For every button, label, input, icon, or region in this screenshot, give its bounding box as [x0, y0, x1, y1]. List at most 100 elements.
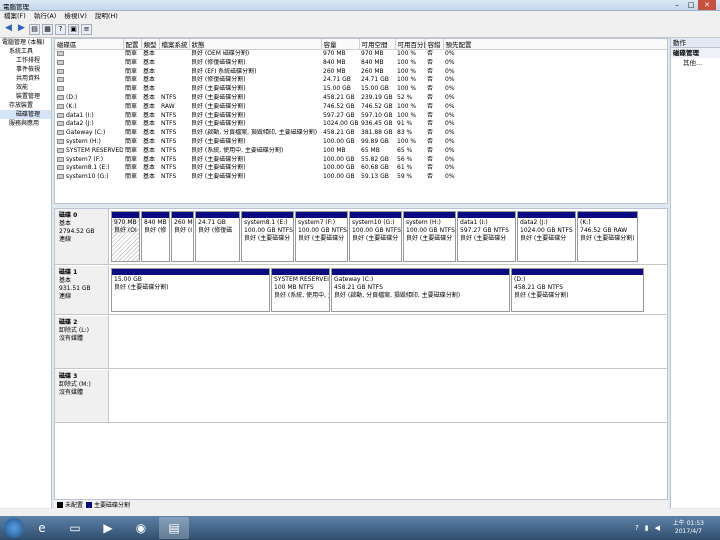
console-tree-icon[interactable]: ▦	[42, 24, 53, 35]
volume-row[interactable]: (D:) 簡單 基本 NTFS 良好 (主要磁碟分割) 458.21 GB 239.19 G…	[55, 94, 667, 103]
disk-label[interactable]: 磁碟 1 基本 931.51 GB 連線	[55, 266, 109, 314]
tree-item[interactable]: 效能	[0, 83, 51, 92]
forward-arrow-icon[interactable]: ▶	[16, 24, 27, 35]
computer-management-taskbar-icon[interactable]: ▤	[159, 517, 189, 539]
volume-row[interactable]: 簡單 基本 良好 (OEM 磁碟分割) 970 MB 970 MB 100 % 否 0%	[55, 50, 667, 59]
volume-cell: (K:)	[55, 103, 123, 112]
partition-size: 100 MB NTFS	[274, 284, 314, 291]
disk-row: 磁碟 2 卸除式 (L:) 沒有媒體	[55, 316, 667, 369]
partition-block[interactable]: 24.71 GB 良好 (修復磁	[195, 211, 240, 262]
volume-row[interactable]: 簡單 基本 良好 (主要磁碟分割) 15.00 GB 15.00 GB 100 % 否 0%	[55, 85, 667, 94]
clock[interactable]: 上午 01:53 2017/4/7	[673, 520, 704, 536]
column-header[interactable]: 容量	[321, 39, 360, 50]
partition-block[interactable]: SYSTEM RESERVEI 100 MB NTFS 良好 (系統, 使用中, 主	[271, 268, 330, 312]
tree-item[interactable]: 磁碟管理	[0, 110, 51, 119]
help-icon[interactable]: ?	[55, 24, 66, 35]
volume-cell: 970 MB	[361, 50, 384, 57]
ie-icon[interactable]: e	[27, 517, 57, 539]
column-header[interactable]: 配置	[123, 39, 142, 50]
volume-row[interactable]: SYSTEM RESERVED 簡單 基本 NTFS 良好 (系統, 使用中, 主要磁碟…	[55, 146, 667, 156]
partition-block[interactable]: 15.00 GB 良好 (主要磁碟分割)	[111, 268, 270, 312]
volume-cell: 91 %	[397, 120, 413, 128]
media-player-icon[interactable]: ▶	[93, 517, 123, 539]
maximize-button[interactable]: □	[684, 0, 698, 10]
menu-view[interactable]: 檢視(V)	[64, 11, 87, 22]
volume-cell: 基本	[143, 173, 156, 181]
partition-block[interactable]: system7 (F:) 100.00 GB NTFS 良好 (主要磁碟分	[295, 211, 348, 262]
tree-item[interactable]: 電腦管理 (本機)	[0, 38, 51, 47]
help-tray-icon[interactable]: ?	[635, 524, 639, 532]
column-header[interactable]: 檔案系統	[159, 39, 190, 50]
volume-row[interactable]: system8.1 (E:) 簡單 基本 NTFS 良好 (主要磁碟分割) 100.00 …	[55, 164, 667, 173]
volume-row[interactable]: 簡單 基本 良好 (修復磁碟分割) 840 MB 840 MB 100 % 否 0%	[55, 59, 667, 68]
disk-label[interactable]: 磁碟 2 卸除式 (L:) 沒有媒體	[55, 316, 109, 368]
tree-item[interactable]: 裝置管理	[0, 92, 51, 101]
back-arrow-icon[interactable]: ◀	[3, 24, 14, 35]
partition-block[interactable]: data1 (I:) 597.27 GB NTFS 良好 (主要磁碟分	[457, 211, 516, 262]
explorer-icon[interactable]: ▭	[60, 517, 90, 539]
partition-size: 100.00 GB NTFS	[352, 227, 401, 234]
disk-type: 基本	[59, 220, 72, 227]
properties-icon[interactable]: ▣	[68, 24, 79, 35]
volume-row[interactable]: data1 (I:) 簡單 基本 NTFS 良好 (主要磁碟分割) 597.27 GB 59…	[55, 112, 667, 121]
partition-label: (K:) 746.52 GB RAW 良好 (主要磁碟分割)	[578, 218, 637, 244]
volume-row[interactable]: (K:) 簡單 基本 RAW 良好 (主要磁碟分割) 746.52 GB 746.52 GB…	[55, 103, 667, 112]
volume-cell: 0%	[445, 50, 455, 57]
volume-row[interactable]: Gateway (C:) 簡單 基本 NTFS 良好 (啟動, 分頁檔案, 損毀傾印, …	[55, 129, 667, 138]
column-header[interactable]: 狀態	[189, 39, 322, 50]
column-header[interactable]: 預先配置	[443, 39, 667, 50]
volume-row[interactable]: system7 (F:) 簡單 基本 NTFS 良好 (主要磁碟分割) 100.00 GB…	[55, 156, 667, 165]
volume-icon[interactable]: ◀	[655, 524, 660, 532]
tree-item[interactable]: 存放裝置	[0, 101, 51, 110]
partition-block[interactable]: system8.1 (E:) 100.00 GB NTFS 良好 (主要磁碟分	[241, 211, 294, 262]
partition-status: 良好 (I	[174, 227, 193, 234]
volume-cell: 良好 (系統, 使用中, 主要磁碟分割)	[191, 146, 284, 154]
partition-block[interactable]: system (H:) 100.00 GB NTFS 良好 (主要磁碟分	[403, 211, 456, 262]
start-button[interactable]	[4, 518, 24, 538]
actions-more[interactable]: 其他...	[671, 58, 720, 68]
close-button[interactable]: ✕	[698, 0, 716, 10]
partition-block[interactable]: 970 MB 良好 (OI	[111, 211, 140, 262]
menu-file[interactable]: 檔案(F)	[4, 11, 26, 22]
volume-cell: 100 %	[397, 76, 417, 84]
partition-block[interactable]: 260 M 良好 (I	[171, 211, 194, 262]
menu-action[interactable]: 執行(A)	[34, 11, 57, 22]
network-icon[interactable]: ▮	[645, 524, 649, 532]
tree-item[interactable]: 共用資料	[0, 74, 51, 83]
column-header[interactable]: 磁碟區	[55, 39, 124, 50]
tree-item[interactable]: 服務與應用	[0, 119, 51, 128]
tree-item[interactable]: 工作排程	[0, 56, 51, 65]
volume-row[interactable]: 簡單 基本 良好 (修復磁碟分割) 24.71 GB 24.71 GB 100 % 否 0%	[55, 76, 667, 85]
column-header[interactable]: 可用百分比	[395, 39, 426, 50]
disk-label[interactable]: 磁碟 3 卸除式 (M:) 沒有媒體	[55, 370, 109, 422]
volume-cell: 良好 (主要磁碟分割)	[191, 120, 246, 128]
volume-icon	[57, 103, 64, 109]
column-header[interactable]: 類型	[141, 39, 160, 50]
tree-item[interactable]: 系統工具	[0, 47, 51, 56]
partition-block[interactable]: data2 (J:) 1024.00 GB NTFS 良好 (主要磁碟分	[517, 211, 576, 262]
partition-block[interactable]: system10 (G:) 100.00 GB NTFS 良好 (主要磁碟分	[349, 211, 402, 262]
volume-cell: 60.68 GB	[361, 164, 389, 172]
partition-label: system10 (G:) 100.00 GB NTFS 良好 (主要磁碟分	[350, 218, 401, 244]
minimize-button[interactable]: –	[670, 0, 684, 10]
volume-cell: NTFS	[161, 164, 177, 172]
volume-row[interactable]: system (H:) 簡單 基本 NTFS 良好 (主要磁碟分割) 100.00 GB 9…	[55, 138, 667, 147]
disk-label[interactable]: 磁碟 0 基本 2794.52 GB 連線	[55, 209, 109, 264]
chrome-icon[interactable]: ◉	[126, 517, 156, 539]
actions-section-disk-management[interactable]: 磁碟管理	[671, 48, 720, 58]
volume-row[interactable]: system10 (G:) 簡單 基本 NTFS 良好 (主要磁碟分割) 100.00 G…	[55, 173, 667, 182]
column-header[interactable]: 可用空間	[359, 39, 396, 50]
partition-block[interactable]: 840 MB 良好 (修	[141, 211, 170, 262]
volume-row[interactable]: 簡單 基本 良好 (EFI 系統磁碟分割) 260 MB 260 MB 100 % 否 0%	[55, 67, 667, 77]
column-header[interactable]: 容錯	[425, 39, 444, 50]
folder-up-icon[interactable]: ▤	[29, 24, 40, 35]
partition-block[interactable]: (K:) 746.52 GB RAW 良好 (主要磁碟分割)	[577, 211, 638, 262]
tree-item[interactable]: 事件檢視	[0, 65, 51, 74]
partition-block[interactable]: Gateway (C:) 458.21 GB NTFS 良好 (啟動, 分頁檔案, …	[331, 268, 510, 312]
volume-cell: 260 MB	[323, 67, 346, 75]
partition-block[interactable]: (D:) 458.21 GB NTFS 良好 (主要磁碟分割)	[511, 268, 644, 312]
volume-row[interactable]: data2 (J:) 簡單 基本 NTFS 良好 (主要磁碟分割) 1024.00 GB 9…	[55, 120, 667, 129]
partition-label: SYSTEM RESERVEI 100 MB NTFS 良好 (系統, 使用中, 主	[272, 275, 329, 301]
settings-icon[interactable]: ≡	[81, 24, 92, 35]
menu-help[interactable]: 說明(H)	[95, 11, 118, 22]
